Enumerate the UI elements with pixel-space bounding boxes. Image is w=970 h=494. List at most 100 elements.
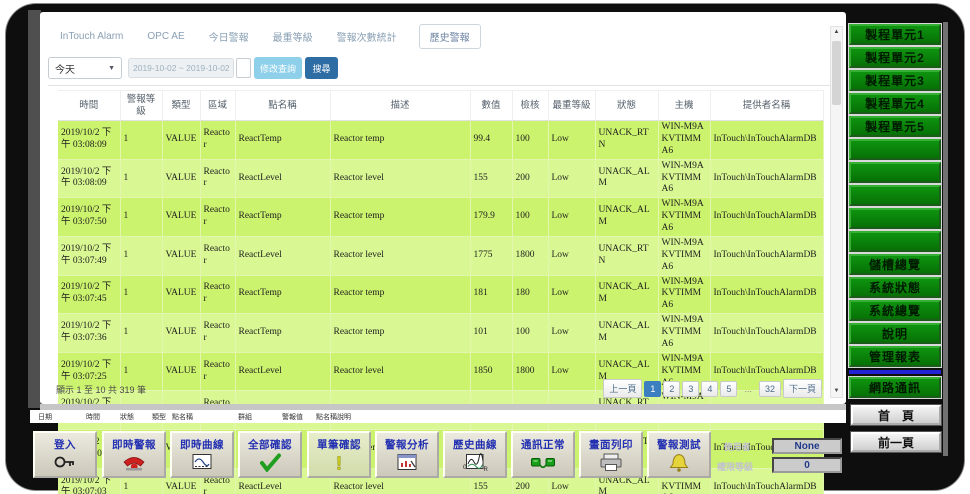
table-cell: Reactor temp: [330, 275, 471, 315]
tab-1[interactable]: InTouch Alarm: [58, 27, 125, 46]
page-nav-button[interactable]: 上一頁: [603, 379, 643, 398]
sidebar-item-1[interactable]: 製程單元1: [848, 23, 942, 46]
sidebar-item-network[interactable]: 網路通訊: [848, 376, 942, 399]
back-button[interactable]: 前一頁: [850, 431, 942, 453]
ticker-column-label: 警報值: [282, 414, 303, 421]
table-row[interactable]: 2019/10/2 下午 03:07:50 1 VALUE Reactor ReactT…: [58, 197, 824, 237]
table-cell: ReactLevel: [235, 159, 331, 199]
toolbar-button-realtime-trend[interactable]: 即時曲線: [170, 431, 234, 478]
realtime-alarm-icon: [121, 453, 147, 472]
tab-bar: InTouch Alarm OPC AE 今日警報 最重等級 警報次數統計 歷史警報: [58, 23, 481, 49]
toolbar-button-realtime-alarm[interactable]: 即時警報: [102, 431, 166, 478]
table-row[interactable]: 2019/10/2 下午 03:08:09 1 VALUE Reactor ReactT…: [58, 120, 824, 160]
tab-6[interactable]: 歷史警報: [418, 23, 481, 49]
toolbar-button-ack-single[interactable]: 單筆確認!: [307, 431, 371, 478]
period-select-value: 今天: [55, 64, 75, 76]
table-row[interactable]: 2019/10/2 下午 03:08:09 1 VALUE Reactor ReactL…: [58, 159, 824, 199]
table-cell: Reactor temp: [330, 197, 471, 237]
date-range-input[interactable]: [128, 58, 234, 78]
main-panel: InTouch Alarm OPC AE 今日警報 最重等級 警報次數統計 歷史警報 今天…: [40, 12, 846, 494]
table-cell: VALUE: [162, 197, 201, 237]
tab-4[interactable]: 最重等級: [271, 25, 315, 48]
page-button-1[interactable]: 1: [644, 380, 662, 397]
sidebar-item-blank[interactable]: [848, 161, 942, 184]
ack-all-icon: [257, 453, 283, 472]
sidebar-item-12[interactable]: 系統狀態: [848, 276, 942, 299]
toolbar-button-alarm-analysis[interactable]: 警報分析: [375, 431, 439, 478]
ticker-column-label: 日期: [38, 414, 52, 421]
page-button-4[interactable]: 4: [701, 380, 719, 397]
sidebar-item-blank[interactable]: [848, 230, 942, 253]
table-cell: 101: [470, 313, 513, 353]
page-button-5[interactable]: 5: [720, 380, 738, 397]
table-cell: VALUE: [162, 120, 201, 160]
search-button[interactable]: 搜尋: [305, 57, 338, 79]
toolbar-button-label: 單筆確認: [317, 439, 361, 451]
table-cell: 1: [120, 197, 163, 237]
sidebar-item-2[interactable]: 製程單元2: [848, 46, 942, 69]
table-cell: Low: [548, 120, 596, 160]
column-header: 數值: [470, 90, 513, 121]
table-cell: VALUE: [162, 159, 201, 199]
sidebar-item-blank[interactable]: [848, 207, 942, 230]
modify-query-button[interactable]: 修改查詢: [254, 57, 302, 79]
table-cell: WIN-M9AKVTIMMA6: [658, 275, 711, 315]
table-cell: VALUE: [162, 352, 201, 392]
table-cell: WIN-M9AKVTIMMA6: [658, 236, 711, 276]
table-cell: Low: [548, 236, 596, 276]
table-cell: 1: [120, 275, 163, 315]
table-cell: 1800: [512, 352, 549, 392]
table-cell: Low: [548, 159, 596, 199]
table-cell: Reactor temp: [330, 313, 471, 353]
sidebar-item-blank[interactable]: [848, 138, 942, 161]
table-cell: ReactTemp: [235, 275, 331, 315]
comm-status-icon: [530, 453, 556, 472]
table-row[interactable]: 2019/10/2 下午 03:07:49 1 VALUE Reactor ReactL…: [58, 236, 824, 276]
table-cell: Reactor: [200, 275, 236, 315]
sidebar-item-3[interactable]: 製程單元3: [848, 69, 942, 92]
sidebar-item-13[interactable]: 系統總覽: [848, 299, 942, 322]
vertical-scrollbar[interactable]: ▲ ▼: [830, 26, 843, 398]
tab-5[interactable]: 警報次數統計: [335, 25, 399, 48]
toolbar-button-login[interactable]: 登入: [33, 431, 97, 478]
period-select[interactable]: 今天 ▼: [48, 57, 122, 79]
table-cell: UNACK_ALM: [595, 159, 659, 199]
sidebar-item-15[interactable]: 管理報表: [848, 345, 942, 368]
tab-2[interactable]: OPC AE: [145, 27, 186, 46]
toolbar-button-comm-status[interactable]: 通訊正常: [511, 431, 575, 478]
table-cell: 180: [512, 275, 549, 315]
table-cell: InTouch\InTouchAlarmDB: [710, 275, 824, 315]
sidebar-item-4[interactable]: 製程單元4: [848, 92, 942, 115]
scroll-up-icon[interactable]: ▲: [831, 27, 842, 38]
sidebar-item-blank[interactable]: [848, 184, 942, 207]
tab-3[interactable]: 今日警報: [207, 25, 251, 48]
scrollbar-thumb[interactable]: [832, 41, 841, 105]
toolbar-button-print[interactable]: 畫面列印: [579, 431, 643, 478]
table-cell: 200: [512, 159, 549, 199]
table-cell: 155: [470, 159, 513, 199]
date-picker-toggle[interactable]: [236, 58, 251, 78]
page-button-32[interactable]: 32: [758, 380, 781, 397]
sidebar-item-11[interactable]: 儲槽總覽: [848, 253, 942, 276]
toolbar-button-alarm-test[interactable]: 警報測試: [647, 431, 711, 478]
screen: InTouch Alarm OPC AE 今日警報 最重等級 警報次數統計 歷史警報 今天…: [0, 0, 970, 494]
table-cell: 1: [120, 159, 163, 199]
table-row[interactable]: 2019/10/2 下午 03:07:45 1 VALUE Reactor ReactT…: [58, 275, 824, 315]
toolbar-button-label: 警報測試: [657, 439, 701, 451]
toolbar-button-ack-all[interactable]: 全部確認: [238, 431, 302, 478]
table-cell: Low: [548, 313, 596, 353]
sidebar-item-14[interactable]: 說明: [848, 322, 942, 345]
page-button-3[interactable]: 3: [682, 380, 700, 397]
page-nav-button[interactable]: 下一頁: [782, 379, 822, 398]
home-button[interactable]: 首 頁: [850, 404, 942, 426]
page-button-2[interactable]: 2: [663, 380, 681, 397]
table-cell: 2019/10/2 下午 03:07:36: [58, 313, 121, 353]
toolbar-button-history-trend[interactable]: 歷史曲線 0 R: [443, 431, 507, 478]
table-cell: 1850: [470, 352, 513, 392]
table-row[interactable]: 2019/10/2 下午 03:07:36 1 VALUE Reactor ReactT…: [58, 313, 824, 353]
svg-text:R: R: [484, 467, 489, 472]
table-cell: 100: [512, 120, 549, 160]
scroll-down-icon[interactable]: ▼: [831, 386, 842, 397]
sidebar-item-5[interactable]: 製程單元5: [848, 115, 942, 138]
page-ellipsis: ...: [744, 383, 752, 394]
